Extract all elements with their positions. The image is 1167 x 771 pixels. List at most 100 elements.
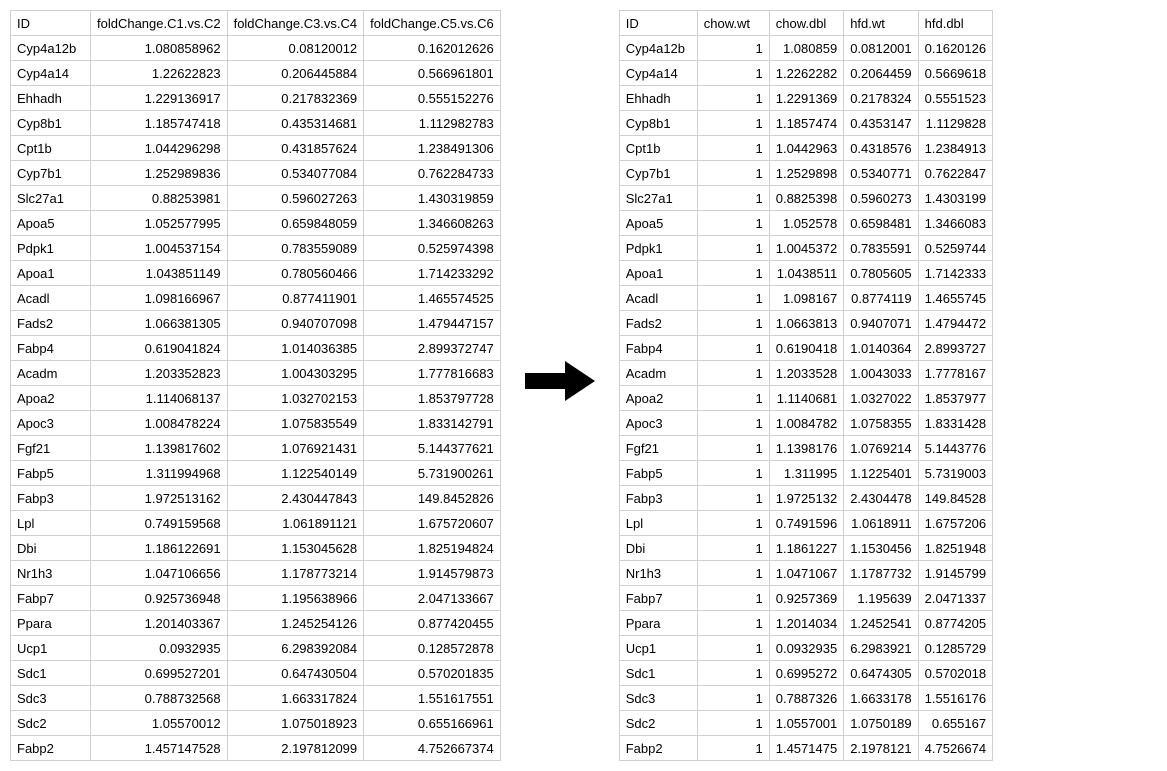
col-header: ID <box>619 11 697 36</box>
table-row: Cyp8b11.1857474180.4353146811.112982783 <box>11 111 501 136</box>
id-cell: Nr1h3 <box>619 561 697 586</box>
value-cell: 0.5960273 <box>844 186 918 211</box>
id-cell: Cpt1b <box>619 136 697 161</box>
value-cell: 1.2014034 <box>769 611 843 636</box>
value-cell: 1 <box>697 536 769 561</box>
value-cell: 0.7622847 <box>918 161 992 186</box>
value-cell: 0.435314681 <box>227 111 364 136</box>
value-cell: 1.0618911 <box>844 511 918 536</box>
value-cell: 0.6190418 <box>769 336 843 361</box>
value-cell: 1 <box>697 686 769 711</box>
value-cell: 0.566961801 <box>364 61 501 86</box>
value-cell: 5.731900261 <box>364 461 501 486</box>
table-row: Apoc311.00847821.07583551.8331428 <box>619 411 992 436</box>
value-cell: 1.457147528 <box>91 736 228 761</box>
id-cell: Cyp7b1 <box>619 161 697 186</box>
table-row: Apoa21.1140681371.0327021531.853797728 <box>11 386 501 411</box>
value-cell: 1.0043033 <box>844 361 918 386</box>
value-cell: 0.206445884 <box>227 61 364 86</box>
id-cell: Fabp4 <box>619 336 697 361</box>
value-cell: 1.195639 <box>844 586 918 611</box>
value-cell: 1 <box>697 361 769 386</box>
value-cell: 1.4303199 <box>918 186 992 211</box>
table-row: Nr1h31.0471066561.1787732141.914579873 <box>11 561 501 586</box>
table-row: Ucp110.09329356.29839210.1285729 <box>619 636 992 661</box>
id-cell: Cpt1b <box>11 136 91 161</box>
table-row: Ehhadh1.2291369170.2178323690.555152276 <box>11 86 501 111</box>
arrow-icon <box>525 361 595 410</box>
value-cell: 2.0471337 <box>918 586 992 611</box>
id-cell: Apoa2 <box>11 386 91 411</box>
value-cell: 0.940707098 <box>227 311 364 336</box>
id-cell: Fgf21 <box>11 436 91 461</box>
table-row: Dbi11.18612271.15304561.8251948 <box>619 536 992 561</box>
value-cell: 1 <box>697 236 769 261</box>
value-cell: 1.1129828 <box>918 111 992 136</box>
table-row: Ucp10.09329356.2983920840.128572878 <box>11 636 501 661</box>
left-table-body: Cyp4a12b1.0808589620.081200120.162012626… <box>11 36 501 761</box>
table-row: Sdc310.78873261.66331781.5516176 <box>619 686 992 711</box>
value-cell: 1 <box>697 386 769 411</box>
table-row: Apoc31.0084782241.0758355491.833142791 <box>11 411 501 436</box>
id-cell: Cyp8b1 <box>11 111 91 136</box>
table-row: Sdc110.69952720.64743050.5702018 <box>619 661 992 686</box>
value-cell: 1.4571475 <box>769 736 843 761</box>
value-cell: 1.075835549 <box>227 411 364 436</box>
col-header: foldChange.C1.vs.C2 <box>91 11 228 36</box>
value-cell: 1.201403367 <box>91 611 228 636</box>
value-cell: 0.7491596 <box>769 511 843 536</box>
value-cell: 1.008478224 <box>91 411 228 436</box>
table-row: Cyp4a141.226228230.2064458840.566961801 <box>11 61 501 86</box>
value-cell: 1 <box>697 36 769 61</box>
table-row: Fabp410.61904181.01403642.8993727 <box>619 336 992 361</box>
table-row: Fabp40.6190418241.0140363852.899372747 <box>11 336 501 361</box>
value-cell: 0.783559089 <box>227 236 364 261</box>
value-cell: 0.555152276 <box>364 86 501 111</box>
col-header: chow.dbl <box>769 11 843 36</box>
value-cell: 1.1861227 <box>769 536 843 561</box>
table-row: Fabp31.9725131622.430447843149.8452826 <box>11 486 501 511</box>
value-cell: 0.647430504 <box>227 661 364 686</box>
value-cell: 1.7778167 <box>918 361 992 386</box>
value-cell: 1 <box>697 736 769 761</box>
table-row: Lpl0.7491595681.0618911211.675720607 <box>11 511 501 536</box>
value-cell: 0.699527201 <box>91 661 228 686</box>
value-cell: 1.098166967 <box>91 286 228 311</box>
value-cell: 1.098167 <box>769 286 843 311</box>
table-row: Slc27a110.88253980.59602731.4303199 <box>619 186 992 211</box>
value-cell: 1.0045372 <box>769 236 843 261</box>
value-cell: 1 <box>697 586 769 611</box>
table-row: Fabp311.97251322.4304478149.84528 <box>619 486 992 511</box>
value-cell: 1.0769214 <box>844 436 918 461</box>
id-cell: Sdc1 <box>11 661 91 686</box>
id-cell: Sdc3 <box>619 686 697 711</box>
id-cell: Fabp2 <box>11 736 91 761</box>
table-row: Sdc30.7887325681.6633178241.551617551 <box>11 686 501 711</box>
left-table-head: ID foldChange.C1.vs.C2 foldChange.C3.vs.… <box>11 11 501 36</box>
value-cell: 1.153045628 <box>227 536 364 561</box>
value-cell: 1.112982783 <box>364 111 501 136</box>
table-row: Sdc21.055700121.0750189230.655166961 <box>11 711 501 736</box>
value-cell: 0.5702018 <box>918 661 992 686</box>
value-cell: 1.139817602 <box>91 436 228 461</box>
id-cell: Nr1h3 <box>11 561 91 586</box>
col-header: foldChange.C5.vs.C6 <box>364 11 501 36</box>
table-row: Ppara11.20140341.24525410.8774205 <box>619 611 992 636</box>
value-cell: 1.0438511 <box>769 261 843 286</box>
value-cell: 1.178773214 <box>227 561 364 586</box>
value-cell: 1.076921431 <box>227 436 364 461</box>
table-row: Fgf2111.13981761.07692145.1443776 <box>619 436 992 461</box>
table-row: Fads211.06638130.94070711.4794472 <box>619 311 992 336</box>
value-cell: 1.044296298 <box>91 136 228 161</box>
value-cell: 0.534077084 <box>227 161 364 186</box>
id-cell: Apoa1 <box>619 261 697 286</box>
id-cell: Sdc1 <box>619 661 697 686</box>
value-cell: 6.298392084 <box>227 636 364 661</box>
table-row: Apoa211.11406811.03270221.8537977 <box>619 386 992 411</box>
value-cell: 0.762284733 <box>364 161 501 186</box>
table-row: Cpt1b1.0442962980.4318576241.238491306 <box>11 136 501 161</box>
value-cell: 0.4353147 <box>844 111 918 136</box>
value-cell: 1.663317824 <box>227 686 364 711</box>
table-row: Cyp4a1411.22622820.20644590.5669618 <box>619 61 992 86</box>
table-row: Cyp4a12b1.0808589620.081200120.162012626 <box>11 36 501 61</box>
